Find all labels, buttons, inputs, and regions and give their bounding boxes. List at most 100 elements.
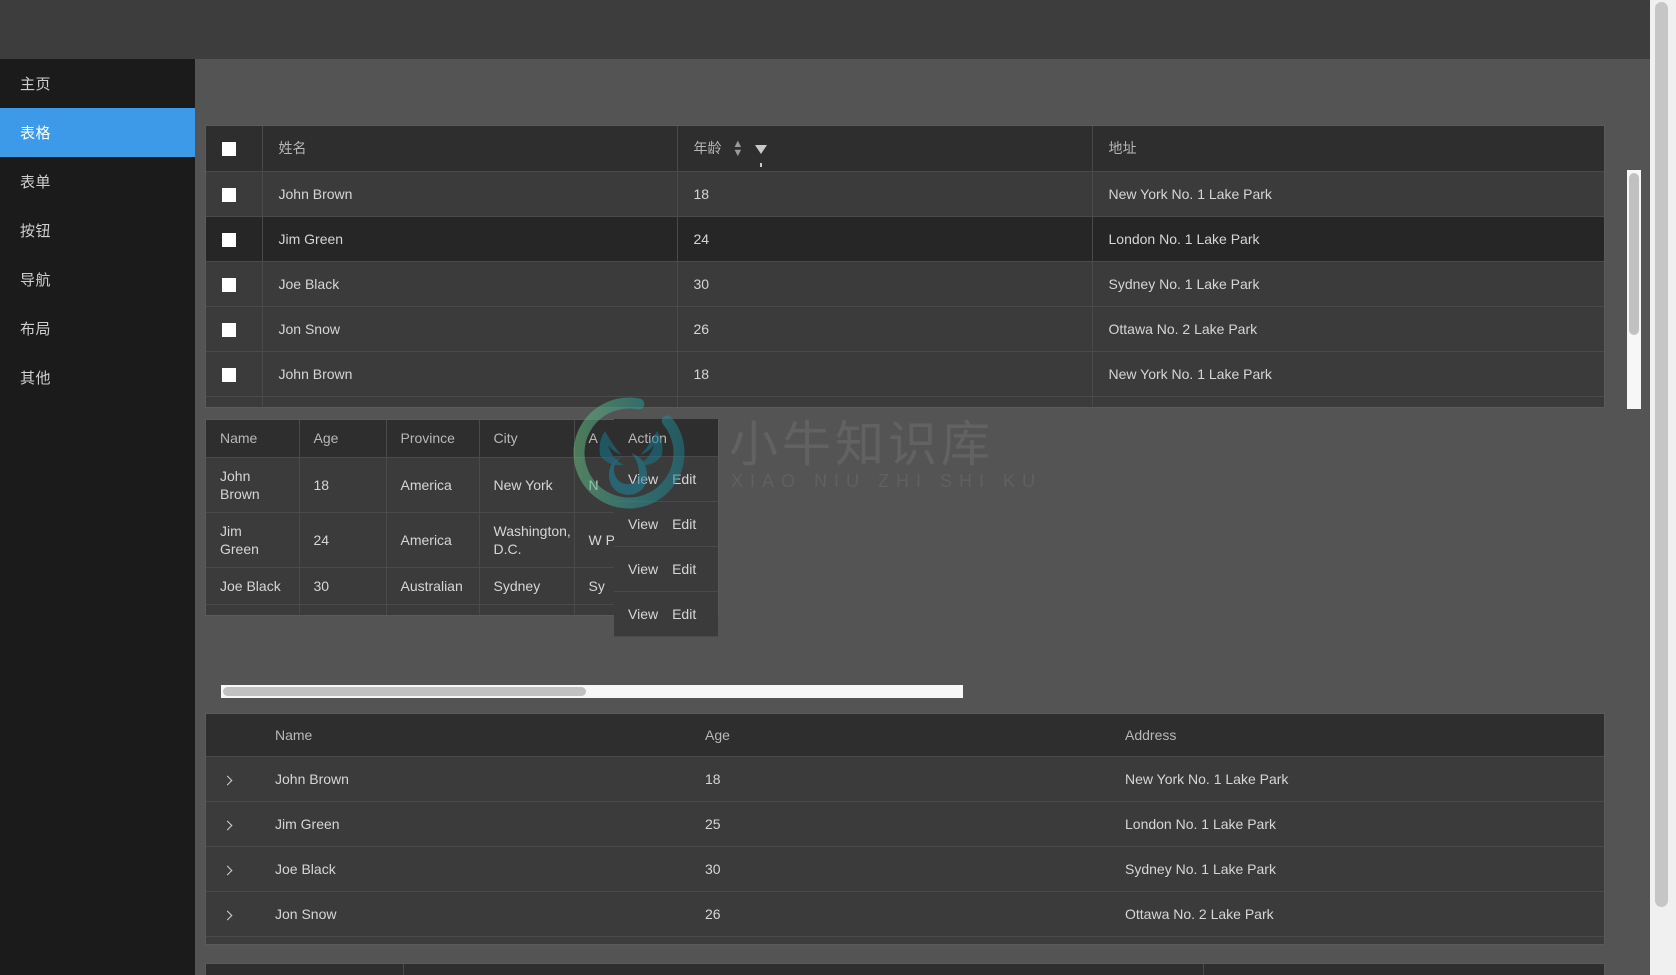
select-all-header[interactable] [206,126,263,172]
expand-cell[interactable] [206,756,261,802]
sort-icon[interactable]: ▲ ▼ [732,139,743,159]
cell-name: John Brown [262,171,678,217]
checkbox-icon[interactable] [222,277,236,292]
column-label: 姓名 [278,140,307,157]
row-checkbox-cell[interactable] [206,306,263,352]
row-checkbox-cell[interactable] [206,396,263,407]
view-link[interactable]: View [628,471,658,487]
checkbox-icon[interactable] [222,187,236,202]
table-row[interactable]: Jon Snow 26 Ottawa No. 2 Lake Park [206,306,1604,352]
cell-name [262,396,678,407]
cell-age: 30 [677,261,1093,307]
cell-age: 18 [299,457,387,513]
row-checkbox-cell[interactable] [206,261,263,307]
cell-name: Jon Snow [261,891,691,937]
column-header-name[interactable]: Name [261,714,691,757]
chevron-right-icon[interactable] [222,820,233,830]
column-header-3[interactable] [1203,964,1604,975]
sidebar-nav: 主页 表格 表单 按钮 导航 布局 其他 [0,59,196,975]
cell-province: America [386,512,480,568]
row-checkbox-cell[interactable] [206,171,263,217]
scrollbar-thumb[interactable] [1629,173,1639,335]
edit-link[interactable]: Edit [672,516,696,532]
column-header-age[interactable]: 年龄 ▲ ▼ [677,126,1093,172]
chevron-right-icon[interactable] [222,775,233,785]
expand-cell[interactable] [206,846,261,892]
column-header-action[interactable]: Action [614,419,718,457]
sidebar-item-home[interactable]: 主页 [0,59,195,108]
row-checkbox-cell[interactable] [206,216,263,262]
table-row[interactable] [206,396,1604,407]
view-link[interactable]: View [628,561,658,577]
table-row[interactable]: John Brown 18 New York No. 1 Lake Park [206,756,1604,802]
sidebar-item-other[interactable]: 其他 [0,353,195,402]
cell-age: 18 [691,756,1111,802]
sidebar-item-layout[interactable]: 布局 [0,304,195,353]
cell-name: Joe Black [206,567,300,605]
sidebar-item-button[interactable]: 按钮 [0,206,195,255]
column-header-province[interactable]: Province [386,420,480,458]
cell-name: John Brown [206,457,300,513]
cell-address: Sydney No. 1 Lake Park [1092,261,1604,307]
column-header-2[interactable] [403,964,1204,975]
cell-province: Australian [386,567,480,605]
cell-province: Canada [386,604,480,615]
filter-funnel-icon[interactable] [755,144,768,167]
checkbox-icon[interactable] [222,367,236,382]
expand-cell[interactable] [206,801,261,847]
table-row[interactable]: John Brown 18 New York No. 1 Lake Park [206,171,1604,217]
action-cell: View Edit [614,502,718,547]
table-row[interactable]: Jim Green 25 London No. 1 Lake Park [206,801,1604,847]
action-cell: View Edit [614,457,718,502]
cell-name: Jon Snow [262,306,678,352]
checkbox-icon[interactable] [222,232,236,247]
column-header-1[interactable] [206,964,404,975]
table-row[interactable]: Joe Black 30 Sydney No. 1 Lake Park [206,261,1604,307]
column-header-name[interactable]: Name [206,420,300,458]
cell-age: 25 [691,801,1111,847]
sidebar-item-nav[interactable]: 导航 [0,255,195,304]
cell-name: Joe Black [261,846,691,892]
sidebar-item-form[interactable]: 表单 [0,157,195,206]
cell-address: London No. 1 Lake Park [1092,216,1604,262]
column-header-name[interactable]: 姓名 [262,126,678,172]
cell-age: 24 [299,512,387,568]
cell-city: Sydney [479,567,575,605]
table2-horizontal-scrollbar[interactable] [221,685,963,698]
cell-name: Jim Green [262,216,678,262]
chevron-right-icon[interactable] [222,910,233,920]
sidebar-item-label: 导航 [20,272,52,289]
cell-age: 24 [677,216,1093,262]
chevron-right-icon[interactable] [222,865,233,875]
scrollbar-thumb[interactable] [1655,2,1668,907]
edit-link[interactable]: Edit [672,561,696,577]
cell-age [677,396,1093,407]
view-link[interactable]: View [628,606,658,622]
edit-link[interactable]: Edit [672,471,696,487]
checkbox-icon[interactable] [222,322,236,337]
column-label: 地址 [1108,140,1137,157]
column-header-address[interactable]: 地址 [1092,126,1604,172]
column-header-age[interactable]: Age [691,714,1111,757]
column-header-city[interactable]: City [479,420,575,458]
cell-address: New York No. 1 Lake Park [1092,351,1604,397]
cell-city: New York [479,457,575,513]
view-link[interactable]: View [628,516,658,532]
expand-cell[interactable] [206,891,261,937]
table1-vertical-scrollbar[interactable] [1627,170,1641,409]
table-row[interactable]: John Brown 18 New York No. 1 Lake Park [206,351,1604,397]
table-row[interactable]: Joe Black 30 Sydney No. 1 Lake Park [206,846,1604,892]
table-row[interactable]: Jon Snow 26 Ottawa No. 2 Lake Park [206,891,1604,937]
cell-name: Jon Snow [206,604,300,615]
checkbox-icon[interactable] [222,142,236,157]
column-header-age[interactable]: Age [299,420,387,458]
table-row[interactable]: Jim Green 24 London No. 1 Lake Park [206,216,1604,262]
sidebar-item-table[interactable]: 表格 [0,108,195,157]
scrollbar-thumb[interactable] [223,687,586,696]
page-scrollbar[interactable] [1650,0,1676,975]
row-checkbox-cell[interactable] [206,351,263,397]
cell-age: 26 [677,306,1093,352]
table-header-row: Name Age Address [206,714,1604,757]
column-header-address[interactable]: Address [1111,714,1604,757]
edit-link[interactable]: Edit [672,606,696,622]
